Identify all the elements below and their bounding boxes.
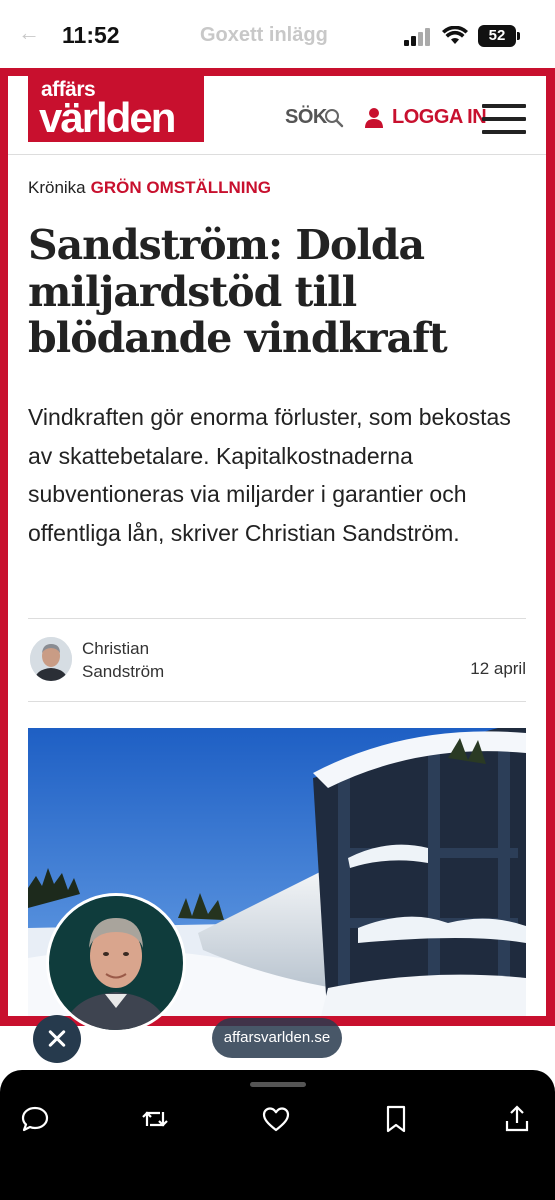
share-icon[interactable] bbox=[502, 1104, 532, 1134]
kicker-type: Krönika bbox=[28, 178, 86, 197]
author-name[interactable]: Christian Sandström bbox=[82, 637, 202, 683]
kicker-topic-link[interactable]: GRÖN OMSTÄLLNING bbox=[91, 178, 271, 197]
close-overlay-button[interactable] bbox=[33, 1015, 81, 1063]
sheet-grabber[interactable] bbox=[250, 1082, 306, 1087]
author-avatar[interactable] bbox=[30, 637, 72, 681]
user-icon[interactable] bbox=[364, 107, 384, 129]
back-arrow-icon[interactable]: ← bbox=[18, 20, 40, 46]
article-headline: Sandström: Dolda miljardstöd till blödan… bbox=[28, 221, 448, 363]
domain-label[interactable]: affarsvarlden.se bbox=[212, 1018, 342, 1058]
site-header: affärs världen SÖK LOGGA IN bbox=[8, 76, 546, 155]
floating-author-video[interactable] bbox=[46, 893, 186, 1033]
wifi-icon bbox=[442, 26, 468, 44]
repost-icon[interactable] bbox=[140, 1104, 170, 1134]
hamburger-menu-icon[interactable] bbox=[482, 104, 526, 136]
battery-icon: 52 bbox=[478, 25, 520, 47]
status-time: 11:52 bbox=[62, 22, 120, 48]
article-lede: Vindkraften gör enorma förluster, som be… bbox=[28, 404, 511, 546]
author-byline: Christian Sandström 12 april bbox=[28, 618, 526, 702]
bottom-action-bar bbox=[0, 1070, 555, 1200]
site-logo[interactable]: affärs världen bbox=[28, 76, 204, 142]
article-frame: affärs världen SÖK LOGGA IN Krönika GRÖN … bbox=[0, 68, 555, 1026]
logo-text-bottom: världen bbox=[39, 94, 176, 141]
article-kicker: Krönika GRÖN OMSTÄLLNING bbox=[28, 178, 271, 198]
search-icon[interactable] bbox=[324, 108, 344, 128]
publish-date: 12 april bbox=[470, 659, 526, 678]
reply-icon[interactable] bbox=[20, 1104, 50, 1134]
article-page: affärs världen SÖK LOGGA IN Krönika GRÖN … bbox=[8, 76, 546, 1016]
bookmark-icon[interactable] bbox=[381, 1104, 411, 1134]
faded-title: Goxett inlägg bbox=[200, 24, 328, 46]
status-bar: ← 11:52 Goxett inlägg 52 bbox=[0, 0, 555, 68]
cellular-signal-icon bbox=[404, 28, 434, 46]
login-button[interactable]: LOGGA IN bbox=[392, 106, 487, 129]
search-button[interactable]: SÖK bbox=[285, 106, 327, 129]
like-icon[interactable] bbox=[261, 1104, 291, 1134]
